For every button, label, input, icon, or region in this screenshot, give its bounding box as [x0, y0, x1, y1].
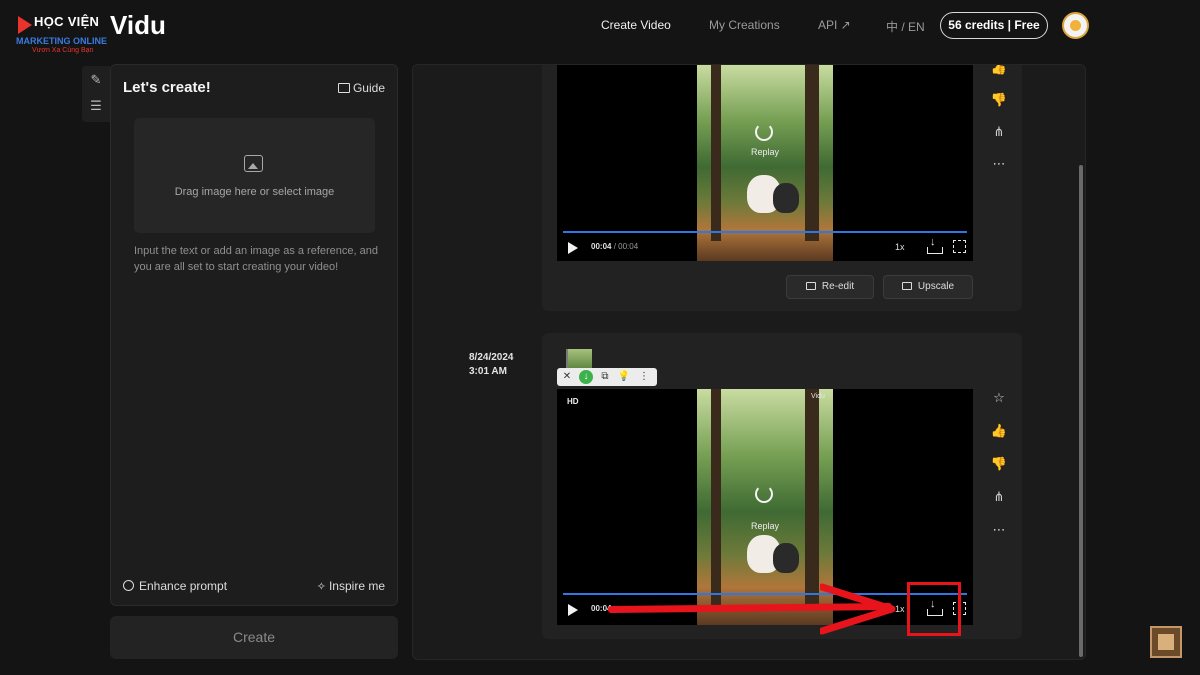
- skunk-character: [773, 183, 799, 213]
- re-edit-label: Re-edit: [821, 281, 855, 292]
- picture-in-picture-icon[interactable]: ⧉: [598, 370, 612, 384]
- dropzone-label: Drag image here or select image: [174, 186, 335, 198]
- text-to-video-icon[interactable]: ✎: [88, 72, 104, 88]
- video-frame: [697, 389, 833, 625]
- prompt-placeholder: Input the text or add an image as a refe…: [134, 245, 378, 273]
- play-icon[interactable]: [568, 604, 578, 616]
- video-time: 00:04 / 00:04: [591, 242, 639, 251]
- thumbs-down-icon[interactable]: 👎: [988, 455, 1010, 473]
- thumbs-up-icon[interactable]: 👍: [988, 422, 1010, 440]
- re-edit-icon: [805, 282, 816, 290]
- language-switch[interactable]: 中 / EN: [886, 18, 925, 35]
- tree-shape: [711, 389, 721, 605]
- more-options-icon[interactable]: ⋯: [988, 521, 1010, 539]
- replay-label: Replay: [750, 521, 779, 531]
- thumbs-down-icon[interactable]: 👎: [988, 91, 1010, 109]
- inspire-me-button[interactable]: ✧ Inspire me: [317, 579, 385, 593]
- video-watermark: Vidu: [811, 393, 825, 400]
- create-button[interactable]: Create: [110, 616, 398, 659]
- image-dropzone[interactable]: Drag image here or select image: [134, 118, 375, 233]
- fullscreen-icon[interactable]: [953, 240, 966, 253]
- creations-feed: Replay 00:04 / 00:04 1x 👍 👎 ⋔ ⋯ Re-edit …: [412, 64, 1086, 660]
- channel-badge-icon: [1150, 626, 1182, 658]
- create-panel: Let's create! Guide Drag image here or s…: [110, 64, 398, 606]
- inspire-label: Inspire me: [328, 579, 385, 593]
- thumbnail-toolbar: ✕ ↓ ⧉ 💡 ⋮: [557, 368, 657, 386]
- play-icon[interactable]: [568, 242, 578, 254]
- creation-card-1: Replay 00:04 / 00:04 1x 👍 👎 ⋔ ⋯ Re-edit …: [542, 65, 1022, 311]
- tool-strip: ✎ ☰: [82, 66, 110, 122]
- watermark-logo: HỌC VIỆN MARKETING ONLINE Vươn Xa Cùng B…: [16, 12, 112, 56]
- video-player-1[interactable]: Replay 00:04 / 00:04 1x: [557, 65, 973, 261]
- thumbs-up-icon[interactable]: 👍: [988, 65, 1010, 77]
- logo-tagline: Vươn Xa Cùng Bạn: [32, 47, 94, 54]
- logo-sub-text: MARKETING ONLINE: [16, 36, 107, 46]
- magic-wand-icon: ✧: [316, 581, 326, 593]
- upscale-label: Upscale: [917, 281, 955, 292]
- annotation-highlight-box: [907, 582, 961, 636]
- panel-title: Let's create!: [123, 79, 211, 96]
- quality-badge: HD: [567, 397, 579, 406]
- video-controls: 00:04 / 00:04 1x: [557, 236, 973, 259]
- book-icon: [337, 83, 350, 93]
- skunk-character: [773, 543, 799, 573]
- more-options-icon[interactable]: ⋯: [988, 155, 1010, 173]
- tree-shape: [805, 389, 819, 605]
- logo-play-icon: [18, 16, 32, 34]
- tree-shape: [711, 65, 721, 241]
- date-label: 8/24/2024: [469, 352, 514, 363]
- total-time: 00:04: [618, 242, 639, 251]
- replay-icon[interactable]: [755, 123, 773, 141]
- speed-button[interactable]: 1x: [895, 604, 905, 614]
- enhance-label: Enhance prompt: [139, 579, 228, 593]
- check-circle-icon: [123, 580, 134, 591]
- nav-api[interactable]: API ↗: [818, 18, 851, 32]
- guide-link[interactable]: Guide: [337, 81, 385, 95]
- re-edit-button[interactable]: Re-edit: [786, 275, 874, 299]
- video-progress-bar[interactable]: [563, 231, 967, 233]
- close-icon[interactable]: ✕: [560, 370, 574, 384]
- tree-shape: [805, 65, 819, 241]
- replay-label: Replay: [750, 147, 779, 157]
- lightbulb-icon[interactable]: 💡: [617, 370, 631, 384]
- add-image-icon: [244, 155, 263, 172]
- guide-label: Guide: [352, 81, 385, 95]
- enhance-prompt-toggle[interactable]: Enhance prompt: [123, 579, 227, 593]
- annotation-arrow-head: [820, 583, 896, 635]
- download-extension-icon[interactable]: ↓: [579, 370, 593, 384]
- top-header: HỌC VIỆN MARKETING ONLINE Vươn Xa Cùng B…: [0, 0, 1200, 54]
- share-icon[interactable]: ⋔: [988, 123, 1010, 141]
- share-icon[interactable]: ⋔: [988, 488, 1010, 506]
- replay-icon[interactable]: [755, 485, 773, 503]
- nav-create-video[interactable]: Create Video: [601, 18, 671, 32]
- download-icon[interactable]: [927, 236, 943, 254]
- time-label: 3:01 AM: [469, 366, 507, 377]
- creation-date: 8/24/2024 3:01 AM: [469, 351, 514, 379]
- upscale-icon: [901, 282, 912, 290]
- user-avatar[interactable]: [1062, 12, 1089, 39]
- star-icon[interactable]: ☆: [988, 389, 1010, 407]
- credits-button[interactable]: 56 credits | Free: [940, 12, 1048, 39]
- feed-scrollbar[interactable]: [1079, 165, 1083, 657]
- logo-main-text: HỌC VIỆN: [34, 14, 100, 29]
- brand-name[interactable]: Vidu: [110, 10, 166, 41]
- reference-thumbnail[interactable]: [566, 349, 592, 369]
- upscale-button[interactable]: Upscale: [883, 275, 973, 299]
- settings-sliders-icon[interactable]: ☰: [88, 98, 104, 114]
- speed-button[interactable]: 1x: [895, 242, 905, 252]
- nav-my-creations[interactable]: My Creations: [709, 18, 780, 32]
- current-time: 00:04: [591, 242, 612, 251]
- more-vertical-icon[interactable]: ⋮: [637, 370, 651, 384]
